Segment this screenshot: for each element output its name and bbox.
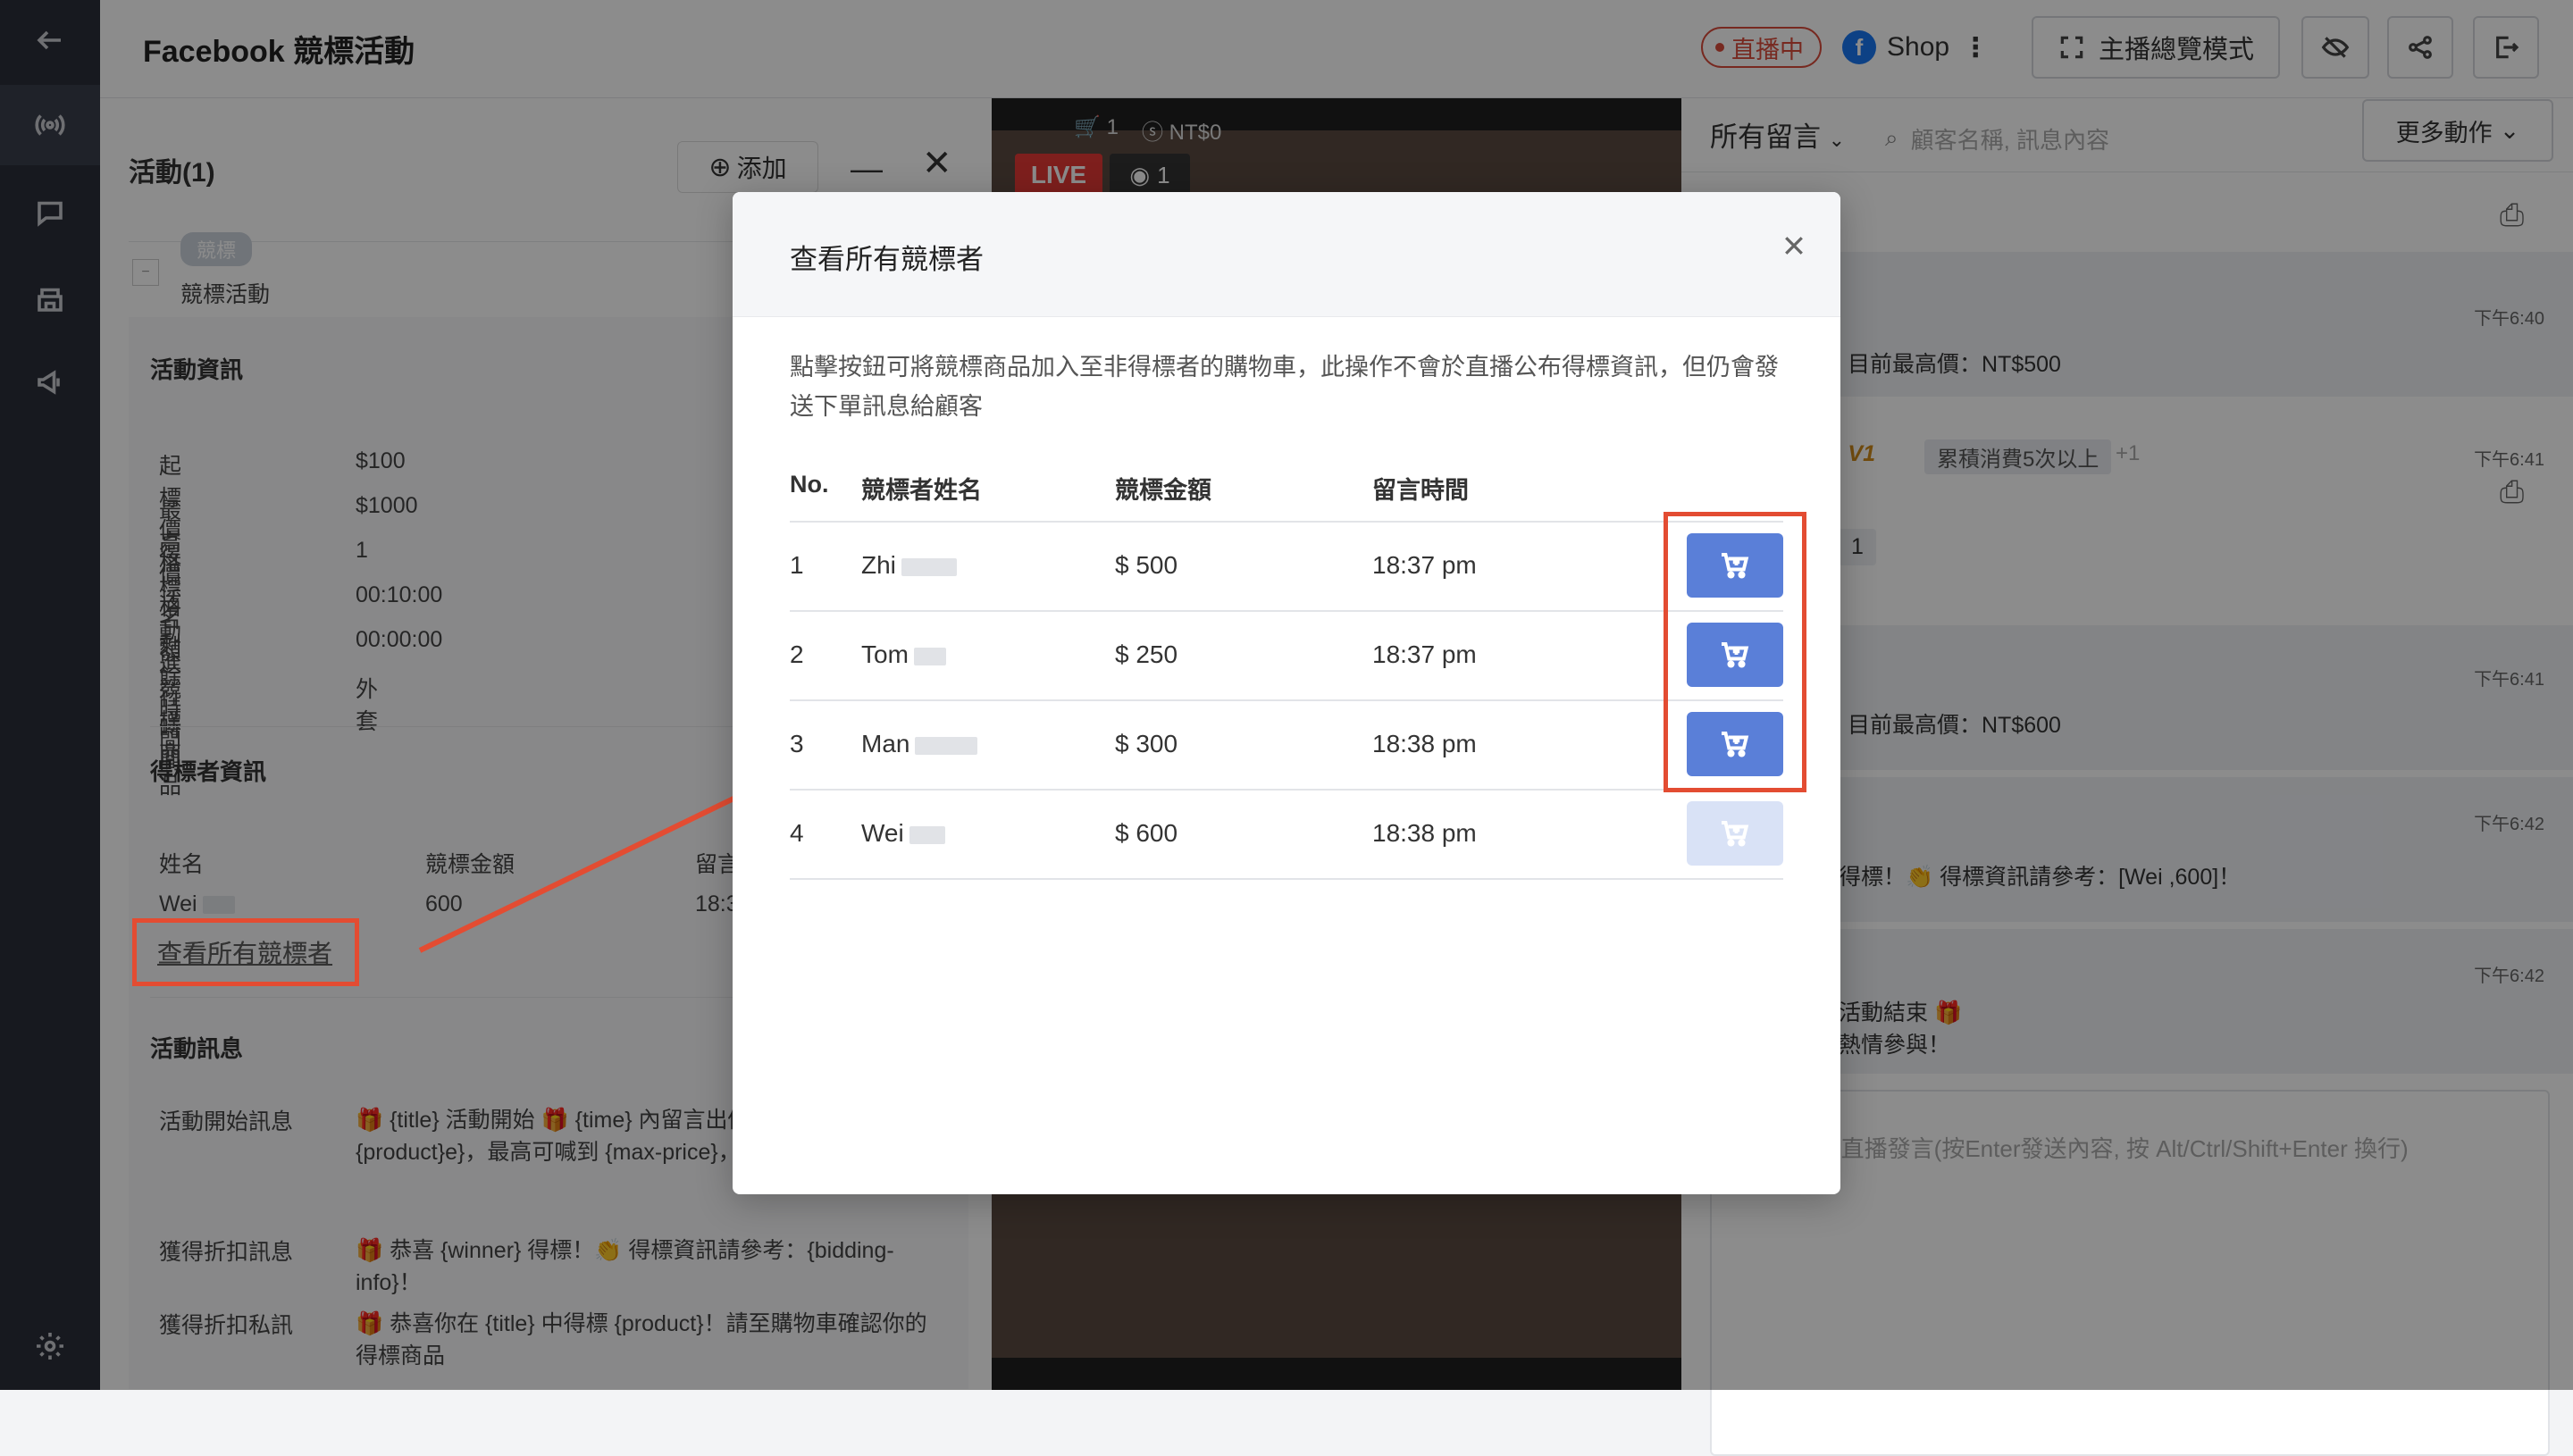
add-to-cart-highlight	[1664, 512, 1806, 792]
bid-amount: $ 250	[1115, 640, 1178, 668]
bidder-name: Wei	[861, 819, 945, 848]
col-header-no: No.	[790, 471, 829, 498]
bidder-name: Zhi	[861, 551, 957, 580]
comment-time: 18:38 pm	[1372, 730, 1477, 757]
row-divider	[790, 878, 1783, 880]
redacted-text	[913, 647, 946, 665]
bidder-name-text: Man	[861, 730, 910, 757]
redacted-text	[915, 736, 978, 755]
comment-time: 18:37 pm	[1372, 640, 1477, 668]
redacted-text	[901, 557, 957, 576]
bidder-no: 1	[790, 551, 804, 579]
redacted-text	[909, 825, 945, 844]
close-icon	[1785, 237, 1803, 255]
bidder-name: Tom	[861, 640, 946, 669]
comment-time: 18:37 pm	[1372, 551, 1477, 579]
bidder-name: Man	[861, 730, 978, 758]
col-header-name: 競標者姓名	[861, 477, 982, 504]
close-modal-button[interactable]	[1773, 224, 1815, 267]
bidder-no: 2	[790, 640, 804, 668]
view-all-bidders-link-highlight[interactable]: 查看所有競標者	[157, 934, 332, 970]
bidder-no: 4	[790, 819, 804, 847]
modal-title: 查看所有競標者	[790, 244, 984, 275]
row-divider	[790, 610, 1783, 612]
bidder-name-text: Zhi	[861, 551, 896, 579]
row-divider	[790, 521, 1783, 523]
add-to-cart-button	[1687, 801, 1783, 866]
col-header-time: 留言時間	[1372, 477, 1469, 504]
bidder-no: 3	[790, 730, 804, 757]
bidder-name-text: Tom	[861, 640, 909, 668]
modal-description: 點擊按鈕可將競標商品加入至非得標者的購物車，此操作不會於直播公布得標資訊，但仍會…	[790, 354, 1779, 420]
cart-add-icon	[1722, 821, 1749, 847]
row-divider	[790, 699, 1783, 701]
comment-time: 18:38 pm	[1372, 819, 1477, 847]
bidder-name-text: Wei	[861, 819, 904, 847]
col-header-amount: 競標金額	[1115, 477, 1211, 504]
bidders-modal: 查看所有競標者 點擊按鈕可將競標商品加入至非得標者的購物車，此操作不會於直播公布…	[733, 192, 1840, 1194]
bid-amount: $ 600	[1115, 819, 1178, 847]
bid-amount: $ 500	[1115, 551, 1178, 579]
row-divider	[790, 789, 1783, 791]
modal-header: 查看所有競標者	[733, 192, 1840, 317]
bid-amount: $ 300	[1115, 730, 1178, 757]
